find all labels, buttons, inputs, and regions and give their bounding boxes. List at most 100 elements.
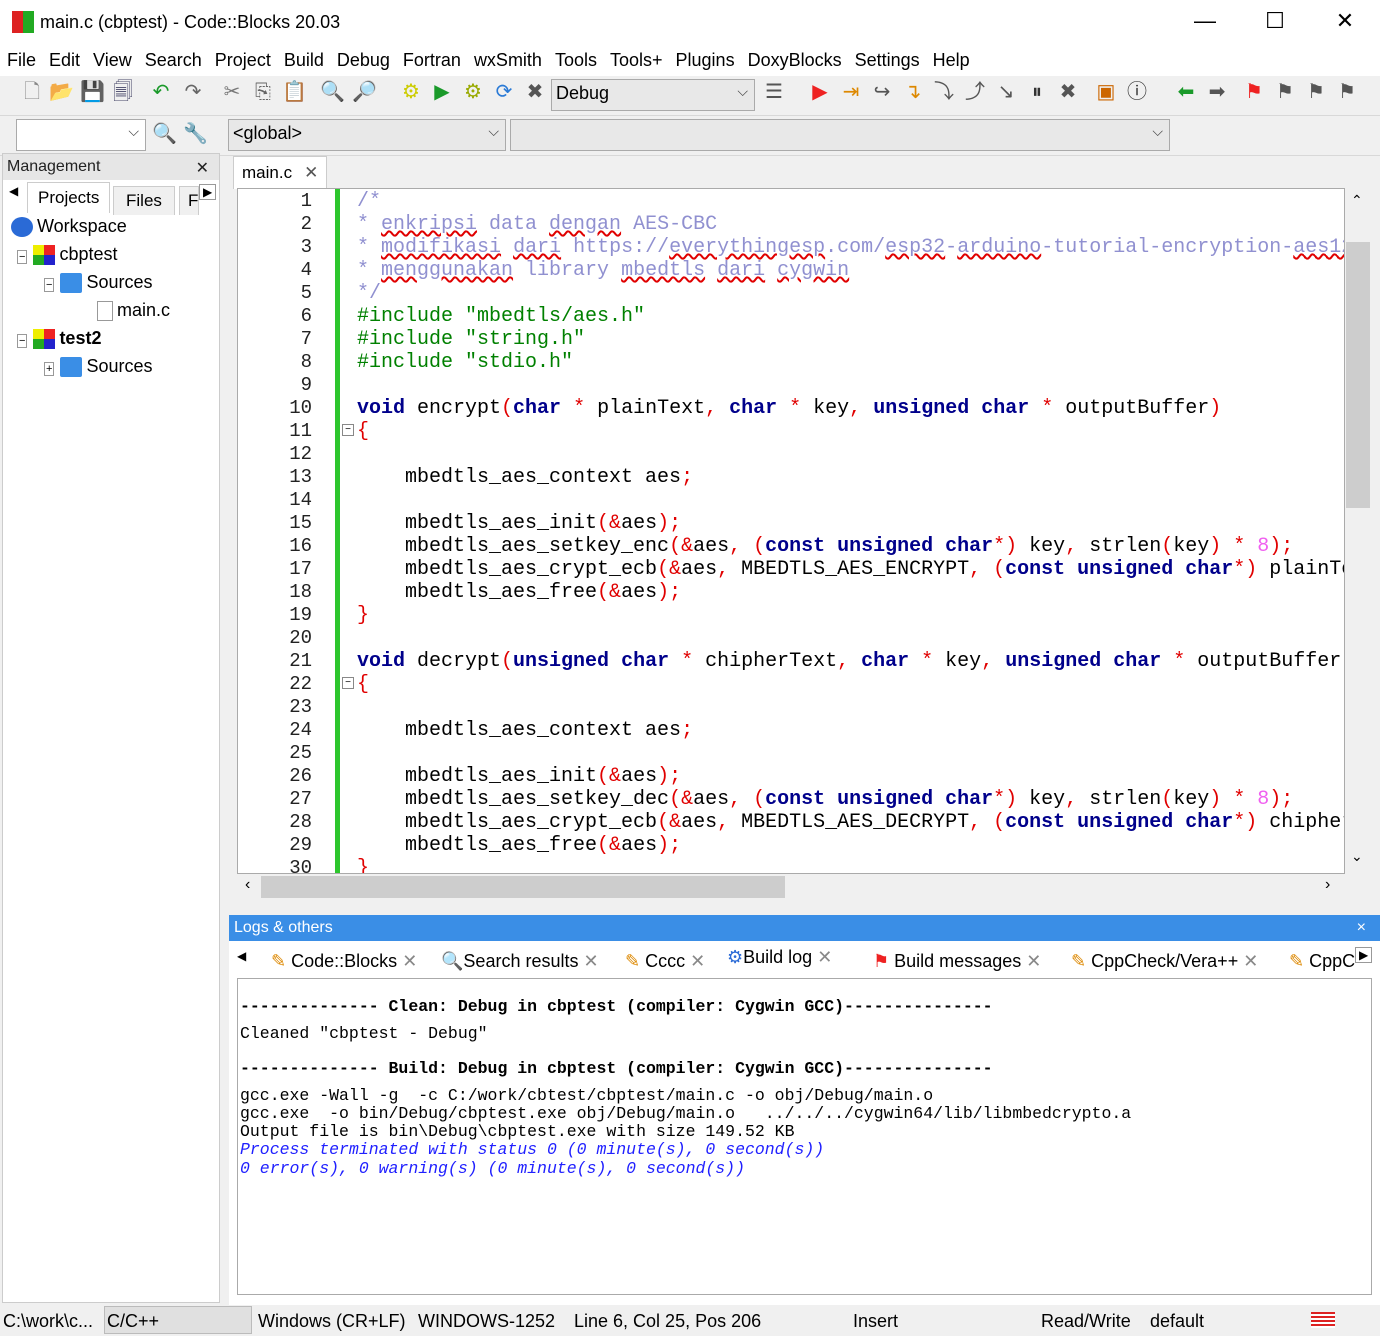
wrench-icon[interactable]: 🔧	[183, 122, 208, 146]
menu-help[interactable]: Help	[926, 46, 976, 71]
minimize-button[interactable]: —	[1182, 8, 1228, 34]
redo-icon[interactable]: ↷	[181, 80, 205, 104]
run-icon[interactable]: ▶	[430, 80, 454, 104]
undo-icon[interactable]: ↶	[149, 80, 173, 104]
new-file-icon[interactable]: 🗋	[20, 80, 44, 104]
h-scroll-thumb[interactable]	[261, 876, 785, 898]
scroll-thumb[interactable]	[1346, 242, 1370, 508]
editor-tab-main-c[interactable]: main.c ✕	[233, 156, 328, 189]
horizontal-scrollbar[interactable]: ‹ ›	[237, 874, 1345, 900]
build-log-output[interactable]: -------------- Clean: Debug in cbptest (…	[237, 978, 1372, 1295]
pause-icon[interactable]: ⏸	[1025, 80, 1049, 104]
fold-icon[interactable]: −	[342, 677, 354, 689]
debug-run-icon[interactable]: ▶	[808, 80, 832, 104]
tree-item-sources[interactable]: − Sources	[44, 272, 152, 294]
show-select-target-icon[interactable]: ☰	[762, 80, 786, 104]
log-tab-search-results[interactable]: 🔍Search results ✕	[437, 947, 603, 976]
scroll-up-icon[interactable]: ⌃	[1351, 192, 1363, 209]
close-tab-icon[interactable]: ✕	[584, 951, 599, 971]
menu-project[interactable]: Project	[208, 46, 277, 71]
step-instruction-icon[interactable]: ↘	[994, 80, 1018, 104]
build-and-run-icon[interactable]: ⚙	[461, 80, 485, 104]
close-icon[interactable]: ×	[1357, 919, 1366, 937]
tree-item-workspace[interactable]: Workspace	[11, 216, 127, 238]
log-tab-codeblocks[interactable]: ✎ Code::Blocks ✕	[267, 947, 421, 976]
search-combo[interactable]: ⌵	[16, 119, 146, 151]
build-target-select[interactable]: Debug ⌵	[551, 79, 755, 111]
menu-plugins[interactable]: Plugins	[669, 46, 741, 71]
log-tab-cccc[interactable]: ✎ Cccc ✕	[621, 947, 709, 976]
menu-debug[interactable]: Debug	[330, 46, 396, 71]
menu-wxsmith[interactable]: wxSmith	[467, 46, 548, 71]
maximize-button[interactable]: ☐	[1252, 8, 1298, 34]
collapse-icon[interactable]: −	[44, 278, 55, 292]
status-language[interactable]: C/C++	[104, 1306, 252, 1334]
debug-windows-icon[interactable]: ▣	[1094, 80, 1118, 104]
close-tab-icon[interactable]: ✕	[817, 947, 832, 967]
find-icon[interactable]: 🔍	[320, 80, 345, 104]
menu-edit[interactable]: Edit	[42, 46, 86, 71]
run-to-cursor-icon[interactable]: ⇥	[839, 80, 863, 104]
close-tab-icon[interactable]: ✕	[1026, 951, 1041, 971]
info-icon[interactable]: ⓘ	[1125, 80, 1149, 104]
paste-icon[interactable]: 📋	[282, 80, 307, 104]
tab-fsymbols[interactable]: F	[179, 186, 199, 215]
expand-icon[interactable]: +	[44, 362, 55, 376]
search-doc-icon[interactable]: 🔍	[152, 122, 177, 146]
code-editor[interactable]: 1 /* 2 * enkripsi data dengan AES-CBC 3 * mod…	[237, 188, 1345, 874]
menu-file[interactable]: File	[0, 46, 42, 71]
menu-settings[interactable]: Settings	[848, 46, 926, 71]
bookmark-next-icon[interactable]: ⚑	[1304, 80, 1328, 104]
tab-scroll-left-icon[interactable]: ◀	[9, 184, 18, 198]
close-tab-icon[interactable]: ✕	[690, 951, 705, 971]
menu-view[interactable]: View	[86, 46, 138, 71]
next-instruction-icon[interactable]: ↴	[901, 80, 925, 104]
scroll-right-icon[interactable]: ›	[1325, 876, 1330, 894]
tree-item-main-c[interactable]: main.c	[97, 300, 170, 322]
scroll-left-icon[interactable]: ‹	[245, 876, 250, 894]
open-icon[interactable]: 📂	[49, 80, 74, 104]
tab-scroll-left-icon[interactable]: ◀	[237, 949, 246, 963]
save-icon[interactable]: 💾	[80, 80, 105, 104]
menu-build[interactable]: Build	[277, 46, 330, 71]
fold-icon[interactable]: −	[342, 424, 354, 436]
tree-item-cbptest[interactable]: − cbptest	[17, 244, 117, 266]
function-select[interactable]: ⌵	[510, 119, 1170, 151]
close-tab-icon[interactable]: ✕	[304, 163, 318, 182]
bookmark-clear-icon[interactable]: ⚑	[1335, 80, 1359, 104]
menu-tools[interactable]: Tools	[548, 46, 603, 71]
stop-debug-icon[interactable]: ✖	[1056, 80, 1080, 104]
close-tab-icon[interactable]: ✕	[402, 951, 417, 971]
menu-doxyblocks[interactable]: DoxyBlocks	[741, 46, 848, 71]
bookmark-toggle-icon[interactable]: ⚑	[1242, 80, 1266, 104]
tab-scroll-right-icon[interactable]: ▶	[1355, 947, 1373, 963]
tab-scroll-right-icon[interactable]: ▶	[199, 184, 217, 200]
close-tab-icon[interactable]: ✕	[1243, 951, 1258, 971]
rebuild-icon[interactable]: ⟳	[492, 80, 516, 104]
close-button[interactable]: ✕	[1322, 8, 1368, 34]
log-tab-cppcheck-2[interactable]: ✎ CppC	[1285, 947, 1355, 976]
scroll-down-icon[interactable]: ⌄	[1351, 848, 1363, 865]
menu-search[interactable]: Search	[138, 46, 208, 71]
close-icon[interactable]: ✕	[196, 158, 209, 178]
menu-tools-plus[interactable]: Tools+	[603, 46, 669, 71]
build-gear-icon[interactable]: ⚙	[399, 80, 423, 104]
scope-select[interactable]: <global> ⌵	[228, 119, 506, 151]
jump-forward-icon[interactable]: ➡	[1205, 80, 1229, 104]
copy-icon[interactable]: ⎘	[251, 80, 275, 104]
cut-icon[interactable]: ✂	[220, 80, 244, 104]
menu-fortran[interactable]: Fortran	[396, 46, 467, 71]
vertical-scrollbar[interactable]: ⌃ ⌄	[1345, 188, 1372, 874]
us-flag-icon[interactable]	[1311, 1312, 1335, 1328]
abort-icon[interactable]: ✖	[523, 80, 547, 104]
collapse-icon[interactable]: −	[17, 250, 28, 264]
log-tab-cppcheck[interactable]: ✎ CppCheck/Vera++ ✕	[1067, 947, 1262, 976]
tab-projects[interactable]: Projects	[27, 182, 111, 213]
collapse-icon[interactable]: −	[17, 334, 28, 348]
jump-back-icon[interactable]: ⬅	[1174, 80, 1198, 104]
replace-icon[interactable]: 🔎	[352, 80, 377, 104]
step-into-icon[interactable]: ⤵	[932, 80, 956, 104]
log-tab-build-messages[interactable]: ⚑ Build messages ✕	[869, 947, 1045, 976]
save-all-icon[interactable]: 🗐	[111, 80, 135, 104]
tree-item-test2[interactable]: − test2	[17, 328, 101, 350]
